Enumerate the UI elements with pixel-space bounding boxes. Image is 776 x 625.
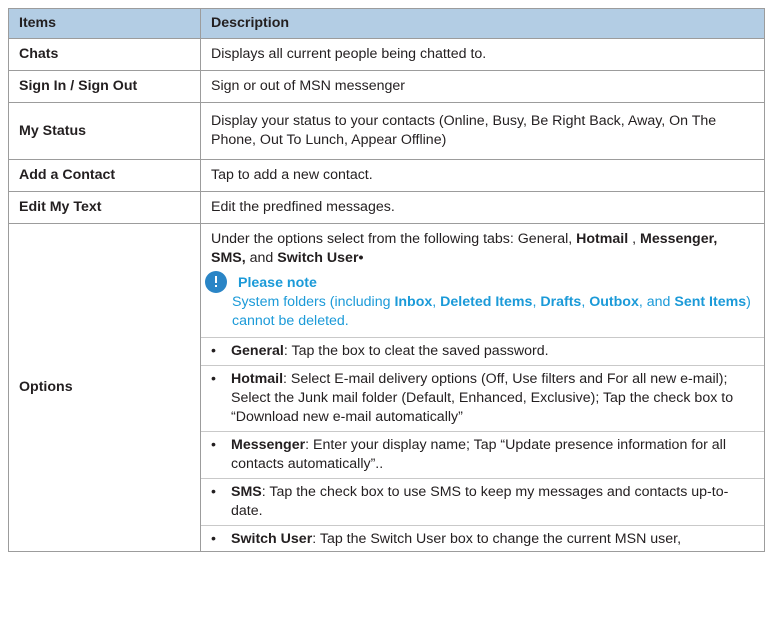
- options-intro: Under the options select from the follow…: [211, 230, 754, 268]
- item-name: Sign In / Sign Out: [8, 70, 201, 103]
- list-item: Switch User: Tap the Switch User box to …: [201, 525, 764, 551]
- item-name: Options: [8, 223, 201, 552]
- intro-switch-user: Switch User•: [277, 250, 364, 266]
- note-title: Please note: [238, 275, 317, 291]
- bullet-label: Switch User: [231, 531, 313, 547]
- msn-items-table: Items Description Chats Displays all cur…: [8, 8, 765, 552]
- bullet-label: Hotmail: [231, 371, 284, 387]
- item-description: Sign or out of MSN messenger: [200, 70, 765, 103]
- options-description: Under the options select from the follow…: [200, 223, 765, 552]
- list-item: Messenger: Enter your display name; Tap …: [201, 431, 764, 478]
- bullet-text: : Tap the check box to use SMS to keep m…: [231, 484, 729, 519]
- bullet-text: : Tap the Switch User box to change the …: [312, 531, 682, 547]
- intro-text: Under the options select from the follow…: [211, 231, 577, 247]
- note-deleted-items: Deleted Items: [440, 294, 533, 310]
- item-description: Tap to add a new contact.: [200, 159, 765, 192]
- item-name: Add a Contact: [8, 159, 201, 192]
- info-icon: [205, 271, 227, 293]
- please-note: Please note System folders (including In…: [205, 271, 754, 331]
- intro-hotmail: Hotmail: [576, 231, 629, 247]
- item-description: Display your status to your contacts (On…: [200, 102, 765, 160]
- item-name: Edit My Text: [8, 191, 201, 224]
- list-item: General: Tap the box to cleat the saved …: [201, 337, 764, 365]
- table-row: Sign In / Sign Out Sign or out of MSN me…: [8, 70, 765, 103]
- table-header-row: Items Description: [8, 8, 765, 39]
- bullet-label: Messenger: [231, 437, 306, 453]
- note-text: System folders (including: [232, 294, 395, 310]
- table-row: Add a Contact Tap to add a new contact.: [8, 159, 765, 192]
- options-list: General: Tap the box to cleat the saved …: [201, 337, 764, 551]
- note-body: System folders (including Inbox, Deleted…: [232, 293, 754, 331]
- list-item: SMS: Tap the check box to use SMS to kee…: [201, 478, 764, 525]
- header-items: Items: [8, 8, 201, 39]
- bullet-label: General: [231, 343, 284, 359]
- header-description: Description: [200, 8, 765, 39]
- table-row: Options Under the options select from th…: [8, 223, 765, 552]
- list-item: Hotmail: Select E-mail delivery options …: [201, 365, 764, 431]
- bullet-label: SMS: [231, 484, 262, 500]
- note-outbox: Outbox: [589, 294, 639, 310]
- table-row: Edit My Text Edit the predfined messages…: [8, 191, 765, 224]
- item-name: Chats: [8, 38, 201, 71]
- table-row: My Status Display your status to your co…: [8, 102, 765, 160]
- note-sent-items: Sent Items: [674, 294, 747, 310]
- table-row: Chats Displays all current people being …: [8, 38, 765, 71]
- bullet-text: : Enter your display name; Tap “Update p…: [231, 437, 726, 472]
- note-drafts: Drafts: [540, 294, 582, 310]
- item-description: Edit the predfined messages.: [200, 191, 765, 224]
- note-text: ,: [432, 294, 441, 310]
- intro-text: ,: [628, 231, 640, 247]
- intro-text: and: [245, 250, 278, 266]
- page: Items Description Chats Displays all cur…: [0, 0, 776, 625]
- item-description: Displays all current people being chatte…: [200, 38, 765, 71]
- bullet-text: : Tap the box to cleat the saved passwor…: [283, 343, 549, 359]
- note-inbox: Inbox: [394, 294, 433, 310]
- item-name: My Status: [8, 102, 201, 160]
- note-text: , and: [638, 294, 675, 310]
- bullet-text: : Select E-mail delivery options (Off, U…: [231, 371, 734, 425]
